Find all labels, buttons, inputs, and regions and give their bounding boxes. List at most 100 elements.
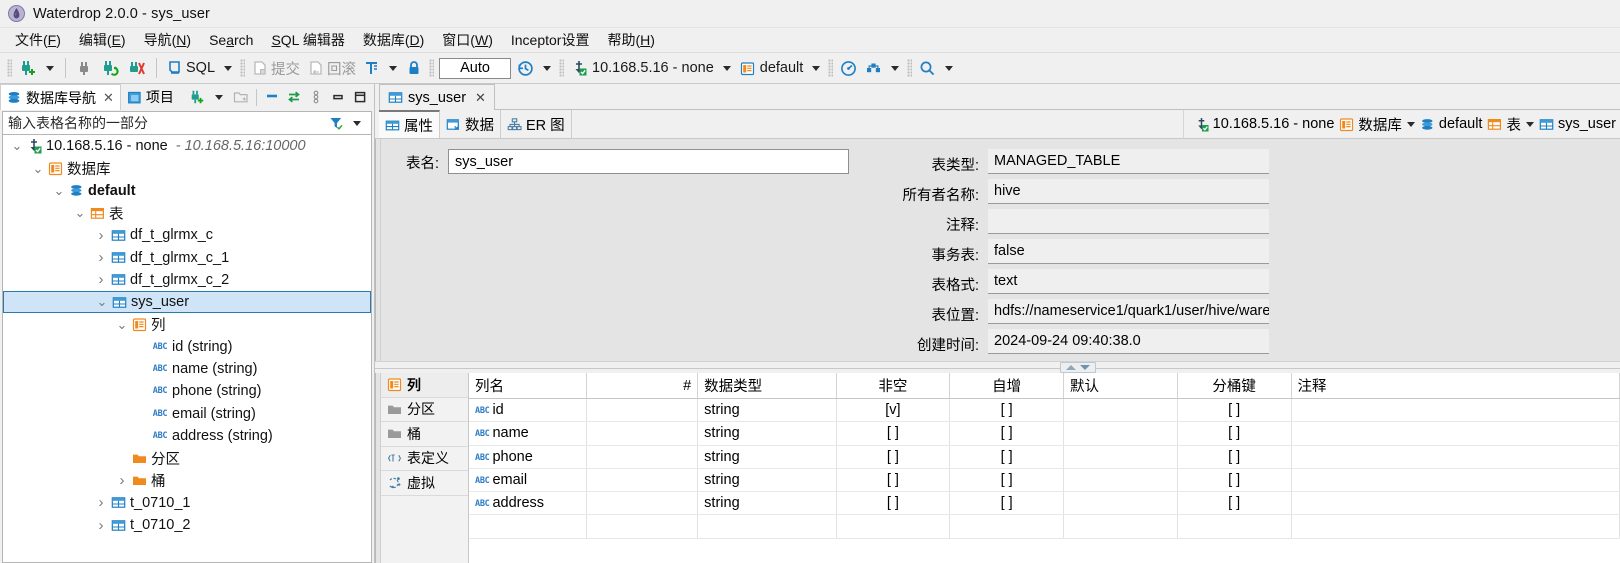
sash-down-icon[interactable] <box>1079 365 1090 370</box>
column-header[interactable]: 列名 <box>469 373 587 399</box>
column-header[interactable]: 非空 <box>836 373 951 399</box>
dashboard-icon[interactable] <box>836 56 861 80</box>
columns-grid-wrapper[interactable]: 列名 # 数据类型 非空 自增 默认 分桶键 注释 ABC id string [v][ ][ ] A… <box>469 373 1620 563</box>
tree-node[interactable]: ABC phone (string) <box>3 380 371 402</box>
filter-chevron-down-icon[interactable] <box>347 113 367 133</box>
view-menu-icon[interactable] <box>306 87 326 107</box>
table-cell-num[interactable] <box>586 398 699 423</box>
table-cell-type[interactable]: string <box>697 421 837 446</box>
chevron-right-icon[interactable]: › <box>93 227 109 244</box>
table-cell-notnull[interactable]: [ ] <box>836 491 951 516</box>
table-row[interactable]: ABC email string[ ][ ][ ] <box>469 468 1620 493</box>
sql-editor-icon[interactable]: SQL <box>163 56 219 80</box>
tree-node[interactable]: › t_0710_1 <box>3 492 371 514</box>
reconnect-icon[interactable] <box>98 56 124 80</box>
table-cell-name[interactable]: ABC email <box>469 468 587 493</box>
table-row[interactable]: ABC name string[ ][ ][ ] <box>469 421 1620 446</box>
menu-sql-editor[interactable]: SQL 编辑器 <box>262 28 353 52</box>
filter-icon[interactable] <box>326 113 346 133</box>
tree-node[interactable]: ⌄ 数据库 <box>3 157 371 179</box>
menu-window[interactable]: 窗口(W) <box>433 28 502 52</box>
editor-tab-sys-user[interactable]: sys_user ✕ <box>379 84 495 110</box>
chevron-right-icon[interactable]: › <box>114 472 130 489</box>
column-header[interactable]: 默认 <box>1063 373 1178 399</box>
new-connection-icon[interactable] <box>187 87 207 107</box>
table-cell-type[interactable]: string <box>697 491 837 516</box>
lock-icon[interactable] <box>402 56 426 80</box>
table-cell-comment[interactable] <box>1291 421 1620 446</box>
table-cell-default[interactable] <box>1063 421 1178 446</box>
menu-inceptor-settings[interactable]: Inceptor设置 <box>502 28 599 52</box>
table-cell-bucketkey[interactable]: [ ] <box>1177 398 1292 423</box>
menu-search[interactable]: Search <box>200 30 262 50</box>
chevron-down-icon[interactable]: ⌄ <box>9 139 25 152</box>
new-folder-icon[interactable] <box>231 87 251 107</box>
transaction-chevron-down-icon[interactable] <box>389 65 398 71</box>
tree-node[interactable]: › df_t_glrmx_c_2 <box>3 269 371 291</box>
chevron-down-icon[interactable]: ⌄ <box>114 318 130 331</box>
property-value-field[interactable]: MANAGED_TABLE <box>988 149 1269 174</box>
disconnect-icon[interactable] <box>72 56 98 80</box>
table-cell-name[interactable]: ABC id <box>469 398 587 423</box>
connection-chevron-down-icon[interactable] <box>722 65 731 71</box>
column-header[interactable]: # <box>586 373 699 399</box>
toolbar-grip-5[interactable] <box>828 59 834 77</box>
breadcrumb-chevron-down-icon-2[interactable] <box>1525 121 1534 127</box>
new-connection-icon[interactable] <box>15 56 41 80</box>
breadcrumb-tables[interactable]: 表 <box>1487 114 1521 135</box>
new-connection-chevron-down-icon[interactable] <box>46 65 54 71</box>
breadcrumb-connection[interactable]: 10.168.5.16 - none <box>1194 116 1334 132</box>
property-value-field[interactable]: hive <box>988 179 1269 204</box>
tree-node[interactable]: › df_t_glrmx_c_1 <box>3 246 371 268</box>
table-cell-bucketkey[interactable]: [ ] <box>1177 445 1292 469</box>
tree-node[interactable]: ABC address (string) <box>3 425 371 447</box>
table-cell-autoinc[interactable]: [ ] <box>949 445 1065 469</box>
tree-node[interactable]: › df_t_glrmx_c <box>3 224 371 246</box>
section-tab-表定义[interactable]: 表定义 <box>381 447 468 471</box>
columns-grid[interactable]: 列名 # 数据类型 非空 自增 默认 分桶键 注释 ABC id string [v][ ][ ] A… <box>469 373 1620 539</box>
search-input[interactable] <box>5 114 326 132</box>
table-cell-comment[interactable] <box>1291 491 1620 516</box>
tree-node[interactable]: ⌄ 表 <box>3 202 371 224</box>
chevron-down-icon[interactable]: ⌄ <box>30 162 46 175</box>
table-cell-default[interactable] <box>1063 398 1178 423</box>
tree-node[interactable]: › t_0710_2 <box>3 514 371 536</box>
property-value-field[interactable] <box>988 209 1269 234</box>
table-cell-default[interactable] <box>1063 491 1178 516</box>
sash-up-icon[interactable] <box>1065 365 1076 370</box>
tree-node[interactable]: ⌄ 列 <box>3 313 371 335</box>
table-cell-autoinc[interactable]: [ ] <box>949 491 1065 516</box>
table-cell-name[interactable]: ABC name <box>469 421 587 446</box>
tree-node[interactable]: ABC name (string) <box>3 358 371 380</box>
table-cell-default[interactable] <box>1063 445 1178 469</box>
table-cell-name[interactable]: ABC address <box>469 491 587 516</box>
table-cell-default[interactable] <box>1063 468 1178 493</box>
chevron-down-icon[interactable]: ⌄ <box>72 206 88 219</box>
toolbar-grip-6[interactable] <box>907 59 913 77</box>
section-tab-列[interactable]: 列 <box>381 373 468 398</box>
menu-file[interactable]: 文件(F) <box>6 28 70 52</box>
table-cell-type[interactable]: string <box>697 468 837 493</box>
table-row[interactable]: ABC phone string[ ][ ][ ] <box>469 445 1620 469</box>
tab-properties[interactable]: 属性 <box>379 110 440 138</box>
minimize-icon[interactable] <box>328 87 348 107</box>
section-tab-桶[interactable]: 桶 <box>381 422 468 447</box>
rollback-button[interactable]: 回滚 <box>304 56 360 80</box>
chevron-down-icon[interactable]: ⌄ <box>94 295 110 308</box>
chevron-down-icon[interactable]: ⌄ <box>51 184 67 197</box>
table-cell-comment[interactable] <box>1291 445 1620 469</box>
commit-button[interactable]: 提交 <box>248 56 304 80</box>
table-cell-notnull[interactable]: [ ] <box>836 421 951 446</box>
view-tab-project[interactable]: 项目 <box>121 84 180 110</box>
table-cell-notnull[interactable]: [ ] <box>836 445 951 469</box>
active-connection-selector[interactable]: 10.168.5.16 - none <box>567 56 718 80</box>
tools-icon[interactable] <box>861 56 886 80</box>
tree-node[interactable]: › 桶 <box>3 469 371 491</box>
columns-grid-body[interactable]: ABC id string [v][ ][ ] ABC name string[ ][ ][… <box>469 398 1620 539</box>
toolbar-grip[interactable] <box>7 59 12 77</box>
table-cell-comment[interactable] <box>1291 398 1620 423</box>
auto-commit-selector[interactable]: Auto <box>439 57 512 79</box>
toolbar-grip-2[interactable] <box>240 59 246 77</box>
tools-chevron-down-icon[interactable] <box>891 65 900 71</box>
tree-node[interactable]: 分区 <box>3 447 371 469</box>
